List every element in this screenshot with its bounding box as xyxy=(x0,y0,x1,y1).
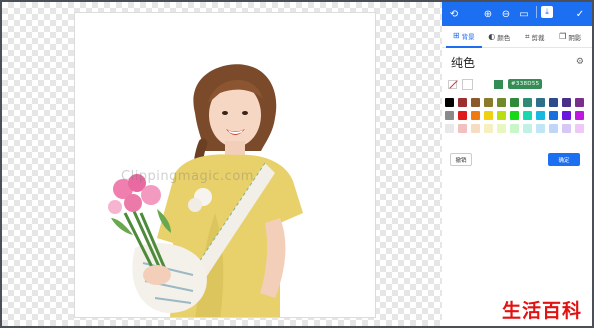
tab-label: 颜色 xyxy=(497,33,511,42)
color-icon: ◐ xyxy=(488,32,496,41)
color-swatch[interactable] xyxy=(510,111,519,120)
color-swatch[interactable] xyxy=(484,124,493,133)
crop-icon: ⌗ xyxy=(524,31,530,41)
undo-icon[interactable]: ⟲ xyxy=(446,6,462,22)
panel-actions: 撤销 确定 xyxy=(450,153,580,166)
color-swatch[interactable] xyxy=(549,124,558,133)
tab-background[interactable]: ⊞ 背景 xyxy=(446,26,482,48)
tab-color[interactable]: ◐ 颜色 xyxy=(482,26,518,48)
tab-crop[interactable]: ⌗ 剪裁 xyxy=(517,26,553,48)
watermark-text: Clippingmagic.com xyxy=(121,169,254,184)
shadow-icon: ❐ xyxy=(559,32,567,41)
subject-photo xyxy=(108,64,303,317)
gear-icon[interactable]: ⚙ xyxy=(576,57,584,67)
color-swatch[interactable] xyxy=(484,111,493,120)
check-icon[interactable]: ✓ xyxy=(572,6,588,22)
color-swatch[interactable] xyxy=(458,98,467,107)
selected-color-swatch[interactable] xyxy=(494,79,503,89)
tab-shadow[interactable]: ❐ 阴影 xyxy=(553,26,589,48)
fit-screen-icon[interactable]: ▭ xyxy=(516,6,532,22)
section-title: 纯色 xyxy=(451,55,476,70)
zoom-out-icon[interactable]: ⊖ xyxy=(498,6,514,22)
color-swatch[interactable] xyxy=(497,111,506,120)
color-swatch[interactable] xyxy=(484,98,493,107)
tab-label: 背景 xyxy=(461,32,475,41)
color-swatch[interactable] xyxy=(471,98,480,107)
color-swatch[interactable] xyxy=(445,111,454,120)
color-swatch[interactable] xyxy=(575,111,584,120)
color-swatch[interactable] xyxy=(458,111,467,120)
color-swatch[interactable] xyxy=(562,124,571,133)
color-swatch[interactable] xyxy=(510,98,519,107)
tab-label: 剪裁 xyxy=(531,33,545,42)
color-swatch[interactable] xyxy=(536,98,545,107)
tab-label: 阴影 xyxy=(568,33,582,42)
color-swatch[interactable] xyxy=(536,124,545,133)
color-swatch[interactable] xyxy=(445,98,454,107)
editor-canvas[interactable]: Clippingmagic.com xyxy=(0,0,442,328)
color-swatch[interactable] xyxy=(549,111,558,120)
color-swatch[interactable] xyxy=(497,98,506,107)
color-swatch[interactable] xyxy=(471,124,480,133)
color-swatch[interactable] xyxy=(458,124,467,133)
hex-value-label[interactable]: #338D55 xyxy=(508,79,543,89)
swatch-top-row: #338D55 xyxy=(442,70,592,92)
panel-toolbar: ⟲ ⊕ ⊖ ▭ ⤓ ✓ xyxy=(442,2,592,26)
color-palette xyxy=(442,92,592,133)
background-icon: ⊞ xyxy=(452,31,460,40)
toolbar-divider xyxy=(536,6,537,18)
color-swatch[interactable] xyxy=(575,98,584,107)
color-swatch[interactable] xyxy=(549,98,558,107)
download-icon[interactable]: ⤓ xyxy=(541,6,553,18)
cancel-button[interactable]: 撤销 xyxy=(450,153,472,166)
color-swatch[interactable] xyxy=(562,98,571,107)
color-swatch[interactable] xyxy=(523,124,532,133)
section-header: 纯色 ⚙ xyxy=(442,48,592,70)
transparent-swatch[interactable] xyxy=(448,79,457,89)
color-swatch[interactable] xyxy=(510,124,519,133)
image-preview[interactable]: Clippingmagic.com xyxy=(74,12,376,318)
background-panel: ⟲ ⊕ ⊖ ▭ ⤓ ✓ ⊞ 背景 ◐ 颜色 ⌗ 剪裁 ❐ 阴影 纯色 ⚙ #33… xyxy=(442,0,594,328)
confirm-button[interactable]: 确定 xyxy=(548,153,580,166)
panel-tabs: ⊞ 背景 ◐ 颜色 ⌗ 剪裁 ❐ 阴影 xyxy=(442,26,592,48)
color-swatch[interactable] xyxy=(471,111,480,120)
color-swatch[interactable] xyxy=(523,111,532,120)
color-swatch[interactable] xyxy=(536,111,545,120)
color-swatch[interactable] xyxy=(575,124,584,133)
color-swatch[interactable] xyxy=(562,111,571,120)
zoom-in-icon[interactable]: ⊕ xyxy=(480,6,496,22)
color-swatch[interactable] xyxy=(497,124,506,133)
color-swatch[interactable] xyxy=(523,98,532,107)
brand-watermark: 生活百科 xyxy=(502,300,583,322)
color-swatch[interactable] xyxy=(445,124,454,133)
white-swatch[interactable] xyxy=(462,78,473,90)
